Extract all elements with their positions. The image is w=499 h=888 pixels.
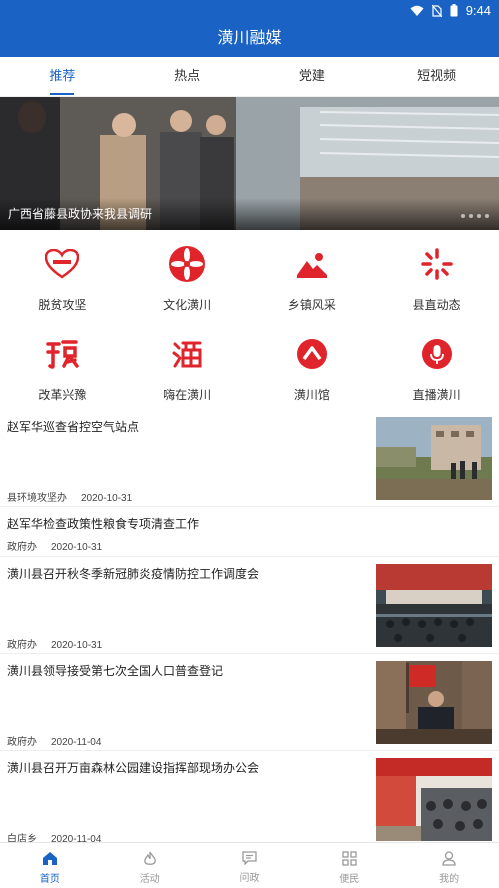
category-county-news[interactable]: 县直动态 (374, 232, 499, 322)
category-grid: 脱贫攻坚 文化潢川 乡镇风采 县直动态 改革兴豫 嗨在潢川 潢川馆 直播潢川 (0, 232, 499, 408)
category-fun-huangchuan[interactable]: 嗨在潢川 (125, 322, 250, 408)
pagination-dot (477, 214, 481, 218)
status-time: 9:44 (465, 3, 491, 18)
calligraphy-yu-icon (42, 334, 82, 374)
news-date: 2020-11-04 (51, 737, 102, 748)
tab-party-building[interactable]: 党建 (250, 57, 375, 96)
category-label: 直播潢川 (412, 388, 461, 402)
banner-caption: 广西省藤县政协来我县调研 (0, 198, 499, 230)
home-icon (42, 852, 57, 865)
app-title: 潢川融媒 (217, 30, 282, 47)
news-meta: 政府办 2020-10-31 (7, 538, 102, 553)
nav-profile[interactable]: 我的 (399, 843, 499, 888)
status-bar: 9:44 (0, 0, 499, 22)
loading-spinner-icon (417, 244, 457, 284)
news-source: 县环境攻坚办 (7, 493, 67, 504)
category-label: 县直动态 (412, 298, 461, 312)
news-source: 政府办 (7, 737, 37, 748)
category-label: 嗨在潢川 (163, 388, 212, 402)
microphone-circle-icon (417, 334, 457, 374)
news-title: 潢川县召开秋冬季新冠肺炎疫情防控工作调度会 (7, 567, 260, 581)
mountain-landscape-icon (292, 244, 332, 284)
pagination-dot (485, 214, 489, 218)
battery-icon (450, 4, 458, 17)
nav-inquiry[interactable]: 问政 (200, 843, 300, 888)
status-icons: 9:44 (410, 3, 491, 18)
news-item[interactable]: 潢川县领导接受第七次全国人口普查登记 政府办 2020-11-04 (0, 654, 499, 751)
nav-label: 我的 (439, 874, 460, 885)
calligraphy-huang-icon (167, 334, 207, 374)
news-source: 政府办 (7, 640, 37, 651)
nav-activities[interactable]: 活动 (100, 843, 200, 888)
channel-tabs: 推荐 热点 党建 短视频 (0, 57, 499, 97)
category-reform-henan[interactable]: 改革兴豫 (0, 322, 125, 408)
category-live[interactable]: 直播潢川 (374, 322, 499, 408)
category-poverty-alleviation[interactable]: 脱贫攻坚 (0, 232, 125, 322)
tab-hot[interactable]: 热点 (125, 57, 250, 96)
grid-apps-icon (342, 851, 357, 866)
chevron-up-circle-icon (292, 334, 332, 374)
banner-pagination (461, 214, 489, 218)
news-meta: 政府办 2020-10-31 (7, 636, 102, 651)
news-date: 2020-11-04 (51, 834, 102, 842)
message-icon (242, 851, 257, 865)
nav-label: 活动 (139, 874, 160, 885)
banner-carousel[interactable]: 广西省藤县政协来我县调研 (0, 97, 499, 230)
news-item[interactable]: 潢川县召开秋冬季新冠肺炎疫情防控工作调度会 政府办 2020-10-31 (0, 557, 499, 654)
heart-logo-icon (42, 244, 82, 284)
news-source: 政府办 (7, 542, 37, 553)
bottom-navigation: 首页 活动 问政 便民 我的 (0, 842, 499, 888)
news-item[interactable]: 赵军华巡查省控空气站点 县环境攻坚办 2020-10-31 (0, 410, 499, 507)
news-source: 白店乡 (7, 834, 37, 842)
flame-icon (143, 851, 156, 865)
app-title-bar: 潢川融媒 (0, 22, 499, 57)
category-label: 文化潢川 (163, 298, 212, 312)
news-date: 2020-10-31 (51, 542, 103, 553)
news-title: 赵军华检查政策性粮食专项清查工作 (7, 517, 200, 531)
category-townships[interactable]: 乡镇风采 (250, 232, 375, 322)
news-date: 2020-10-31 (81, 493, 133, 504)
no-sim-icon (431, 4, 442, 17)
news-thumbnail (376, 417, 492, 500)
wifi-icon (410, 5, 424, 16)
lantern-logo-icon (167, 244, 207, 284)
category-culture[interactable]: 文化潢川 (125, 232, 250, 322)
news-date: 2020-10-31 (51, 640, 103, 651)
nav-services[interactable]: 便民 (299, 843, 399, 888)
nav-label: 问政 (239, 873, 260, 884)
nav-label: 便民 (339, 874, 360, 885)
news-title: 赵军华巡查省控空气站点 (7, 420, 140, 434)
pagination-dot (461, 214, 465, 218)
tab-recommend[interactable]: 推荐 (0, 57, 125, 96)
news-thumbnail (376, 758, 492, 841)
news-meta: 白店乡 2020-11-04 (7, 830, 101, 842)
category-label: 潢川馆 (293, 388, 330, 402)
category-label: 改革兴豫 (38, 388, 87, 402)
category-label: 乡镇风采 (287, 298, 336, 312)
category-label: 脱贫攻坚 (38, 298, 87, 312)
nav-label: 首页 (39, 874, 60, 885)
pagination-dot (469, 214, 473, 218)
nav-home[interactable]: 首页 (0, 843, 100, 888)
news-title: 潢川县召开万亩森林公园建设指挥部现场办公会 (7, 761, 260, 775)
news-item[interactable]: 潢川县召开万亩森林公园建设指挥部现场办公会 白店乡 2020-11-04 (0, 751, 499, 842)
news-title: 潢川县领导接受第七次全国人口普查登记 (7, 664, 224, 678)
news-thumbnail (376, 661, 492, 744)
news-list: 赵军华巡查省控空气站点 县环境攻坚办 2020-10-31 赵军华检查政策性粮食专… (0, 410, 499, 842)
news-meta: 县环境攻坚办 2020-10-31 (7, 489, 132, 504)
news-meta: 政府办 2020-11-04 (7, 733, 101, 748)
user-icon (442, 851, 456, 866)
news-item[interactable]: 赵军华检查政策性粮食专项清查工作 政府办 2020-10-31 (0, 507, 499, 557)
tab-short-video[interactable]: 短视频 (374, 57, 499, 96)
news-thumbnail (376, 564, 492, 647)
category-huangchuan-hall[interactable]: 潢川馆 (250, 322, 375, 408)
